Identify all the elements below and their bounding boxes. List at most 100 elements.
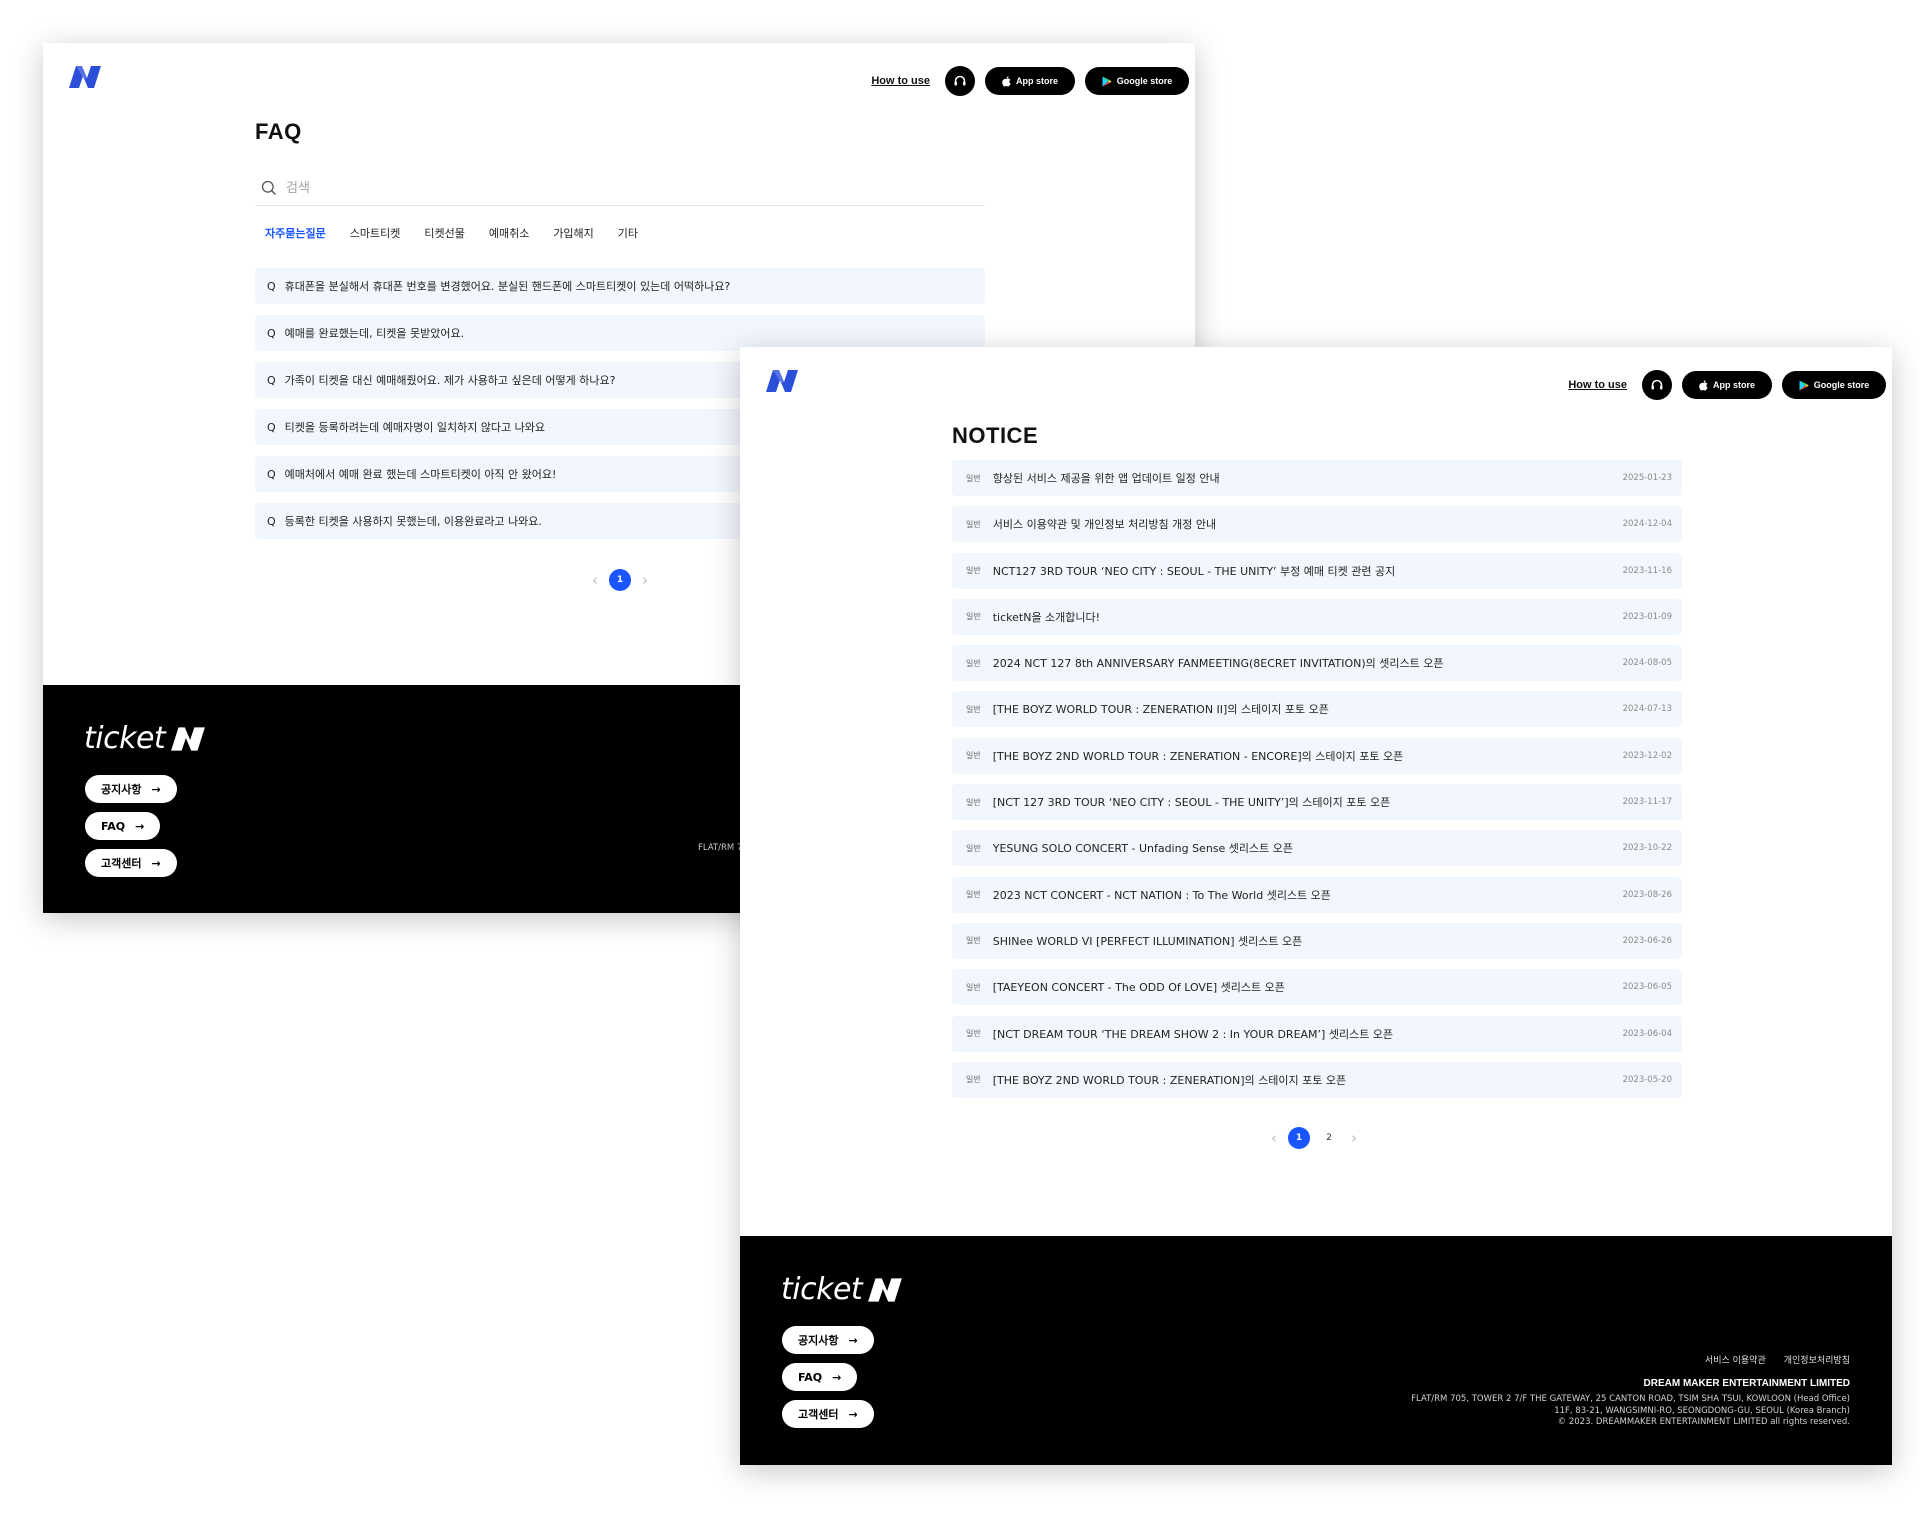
notice-row[interactable]: 일반 NCT127 3RD TOUR ‘NEO CITY : SEOUL - TH… — [952, 552, 1682, 589]
customer-service-button[interactable] — [1642, 370, 1672, 400]
faq-question: 티켓을 등록하려는데 예매자명이 일치하지 않다고 나와요 — [284, 421, 546, 434]
faq-item[interactable]: Q 예매를 완료했는데, 티켓을 못받았어요. — [255, 315, 985, 351]
footer: ticket 공지사항 → FAQ → 고객센터 → 서비스 이용약관 개인정보처리방… — [740, 1236, 1892, 1465]
google-play-icon — [1799, 380, 1809, 390]
notice-title: [TAEYEON CONCERT - The ODD Of LOVE] 셋리스트… — [992, 981, 1285, 995]
google-store-label: Google store — [1116, 76, 1173, 86]
notice-row[interactable]: 일반 [NCT DREAM TOUR ‘THE DREAM SHOW 2 : In… — [952, 1015, 1682, 1052]
notice-list: 일반 향상된 서비스 제공을 위한 앱 업데이트 일정 안내 2025-01-23 … — [952, 460, 1682, 1108]
notice-date: 2023-05-20 — [1622, 1074, 1672, 1085]
notice-row[interactable]: 일반 YESUNG SOLO CONCERT - Unfading Sense 셋… — [952, 830, 1682, 867]
faq-question: 예매처에서 예매 완료 했는데 스마트티켓이 아직 안 왔어요! — [284, 468, 557, 481]
notice-category: 일반 — [966, 982, 981, 992]
page-1-button[interactable]: 1 — [609, 569, 631, 591]
faq-question: 가족이 티켓을 대신 예매해줬어요. 제가 사용하고 싶은데 어떻게 하나요? — [284, 374, 616, 387]
faq-item[interactable]: Q 휴대폰을 분실해서 휴대폰 번호를 변경했어요. 분실된 핸드폰에 스마트티켓… — [255, 268, 985, 304]
google-store-label: Google store — [1813, 380, 1870, 390]
footer-cs-button[interactable]: 고객센터 → — [782, 1400, 874, 1428]
tab-ticket-gift[interactable]: 티켓선물 — [424, 225, 464, 241]
footer-faq-button[interactable]: FAQ → — [85, 812, 161, 840]
footer-link-label: 고객센터 — [798, 1408, 839, 1421]
google-store-button[interactable]: Google store — [1782, 371, 1886, 399]
page-2-button[interactable]: 2 — [1318, 1127, 1340, 1149]
notice-row[interactable]: 일반 2023 NCT CONCERT - NCT NATION : To The… — [952, 876, 1682, 913]
q-prefix: Q — [267, 420, 276, 434]
notice-row[interactable]: 일반 서비스 이용약관 및 개인정보 처리방침 개정 안내 2024-12-04 — [952, 506, 1682, 543]
footer-notice-button[interactable]: 공지사항 → — [85, 775, 177, 803]
footer-link-label: 공지사항 — [101, 783, 142, 796]
page-1-button[interactable]: 1 — [1288, 1127, 1310, 1149]
faq-question: 등록한 티켓을 사용하지 못했는데, 이용완료라고 나와요. — [284, 515, 542, 528]
app-store-label: App store — [1015, 76, 1058, 86]
notice-date: 2023-06-04 — [1622, 1028, 1672, 1039]
footer-link-label: 공지사항 — [798, 1334, 839, 1347]
address-line: FLAT/RM 705, TOWER 2 7/F THE GATEWAY, 25… — [1411, 1394, 1850, 1404]
q-prefix: Q — [267, 373, 276, 387]
arrow-right-icon: → — [848, 1407, 858, 1421]
notice-date: 2023-10-22 — [1622, 843, 1672, 854]
prev-page-icon[interactable]: ‹ — [585, 570, 605, 590]
copyright: © 2023. DREAMMAKER ENTERTAINMENT LIMITED… — [1557, 1417, 1850, 1427]
faq-search-bar — [255, 171, 985, 206]
notice-row[interactable]: 일반 [THE BOYZ 2ND WORLD TOUR : ZENERATION … — [952, 737, 1682, 774]
notice-row[interactable]: 일반 [TAEYEON CONCERT - The ODD Of LOVE] 셋리… — [952, 969, 1682, 1006]
faq-question: 예매를 완료했는데, 티켓을 못받았어요. — [284, 327, 465, 340]
notice-title: [NCT DREAM TOUR ‘THE DREAM SHOW 2 : In Y… — [992, 1027, 1394, 1041]
notice-title: SHINee WORLD VI [PERFECT ILLUMINATION] 셋… — [992, 934, 1303, 948]
google-play-icon — [1102, 76, 1112, 86]
footer-address-fragment: FLAT/RM 7 — [698, 843, 743, 853]
apple-icon — [1699, 379, 1708, 391]
notice-title: 서비스 이용약관 및 개인정보 처리방침 개정 안내 — [992, 518, 1217, 532]
tab-smart-ticket[interactable]: 스마트티켓 — [350, 225, 401, 241]
notice-row[interactable]: 일반 [THE BOYZ WORLD TOUR : ZENERATION II]의… — [952, 691, 1682, 728]
notice-date: 2024-12-04 — [1622, 519, 1672, 530]
notice-row[interactable]: 일반 향상된 서비스 제공을 위한 앱 업데이트 일정 안내 2025-01-23 — [952, 460, 1682, 496]
notice-date: 2025-01-23 — [1622, 473, 1672, 483]
next-page-icon[interactable]: › — [635, 570, 655, 590]
google-store-button[interactable]: Google store — [1085, 67, 1189, 95]
customer-service-button[interactable] — [945, 66, 975, 96]
tab-etc[interactable]: 기타 — [618, 225, 638, 241]
tab-faq[interactable]: 자주묻는질문 — [265, 225, 326, 241]
notice-date: 2023-06-26 — [1622, 935, 1672, 946]
how-to-use-link[interactable]: How to use — [1568, 379, 1627, 391]
faq-question: 휴대폰을 분실해서 휴대폰 번호를 변경했어요. 분실된 핸드폰에 스마트티켓이… — [284, 280, 731, 293]
tab-account[interactable]: 가입해지 — [553, 225, 593, 241]
n-logo-icon[interactable] — [764, 369, 800, 393]
app-store-button[interactable]: App store — [985, 67, 1075, 95]
top-nav: How to use App store Google store — [871, 66, 1189, 96]
privacy-link[interactable]: 개인정보처리방침 — [1784, 1353, 1850, 1366]
how-to-use-link[interactable]: How to use — [871, 75, 930, 87]
notice-row[interactable]: 일반 [THE BOYZ 2ND WORLD TOUR : ZENERATION]… — [952, 1061, 1682, 1098]
notice-category: 일반 — [966, 612, 981, 622]
notice-title: [THE BOYZ 2ND WORLD TOUR : ZENERATION - … — [992, 749, 1404, 763]
footer-notice-button[interactable]: 공지사항 → — [782, 1326, 874, 1354]
footer-cs-button[interactable]: 고객센터 → — [85, 849, 177, 877]
arrow-right-icon: → — [135, 819, 145, 833]
footer-brand-text: ticket — [84, 721, 166, 756]
notice-title: ticketN을 소개합니다! — [992, 610, 1101, 624]
next-page-icon[interactable]: › — [1344, 1128, 1364, 1148]
footer-faq-button[interactable]: FAQ → — [782, 1363, 858, 1391]
notice-row[interactable]: 일반 [NCT 127 3RD TOUR ‘NEO CITY : SEOUL - … — [952, 784, 1682, 821]
prev-page-icon[interactable]: ‹ — [1264, 1128, 1284, 1148]
search-input[interactable] — [284, 179, 888, 197]
arrow-right-icon: → — [151, 782, 161, 796]
footer-brand-logo: ticket — [781, 1272, 904, 1307]
terms-link[interactable]: 서비스 이용약관 — [1705, 1353, 1766, 1366]
notice-row[interactable]: 일반 ticketN을 소개합니다! 2023-01-09 — [952, 598, 1682, 635]
app-store-button[interactable]: App store — [1682, 371, 1772, 399]
notice-row[interactable]: 일반 SHINee WORLD VI [PERFECT ILLUMINATION]… — [952, 922, 1682, 959]
notice-row[interactable]: 일반 2024 NCT 127 8th ANNIVERSARY FANMEETIN… — [952, 645, 1682, 682]
apple-icon — [1002, 75, 1011, 87]
n-logo-icon[interactable] — [67, 65, 103, 89]
tab-cancel[interactable]: 예매취소 — [489, 225, 529, 241]
footer-brand-logo: ticket — [84, 721, 207, 756]
footer-link-label: 고객센터 — [101, 857, 142, 870]
notice-date: 2023-06-05 — [1622, 982, 1672, 993]
address-line: 11F, 83-21, WANGSIMNI-RO, SEONGDONG-GU, … — [1554, 1405, 1850, 1416]
search-icon — [261, 180, 276, 195]
arrow-right-icon: → — [832, 1370, 842, 1384]
q-prefix: Q — [267, 326, 276, 340]
notice-category: 일반 — [966, 658, 981, 668]
